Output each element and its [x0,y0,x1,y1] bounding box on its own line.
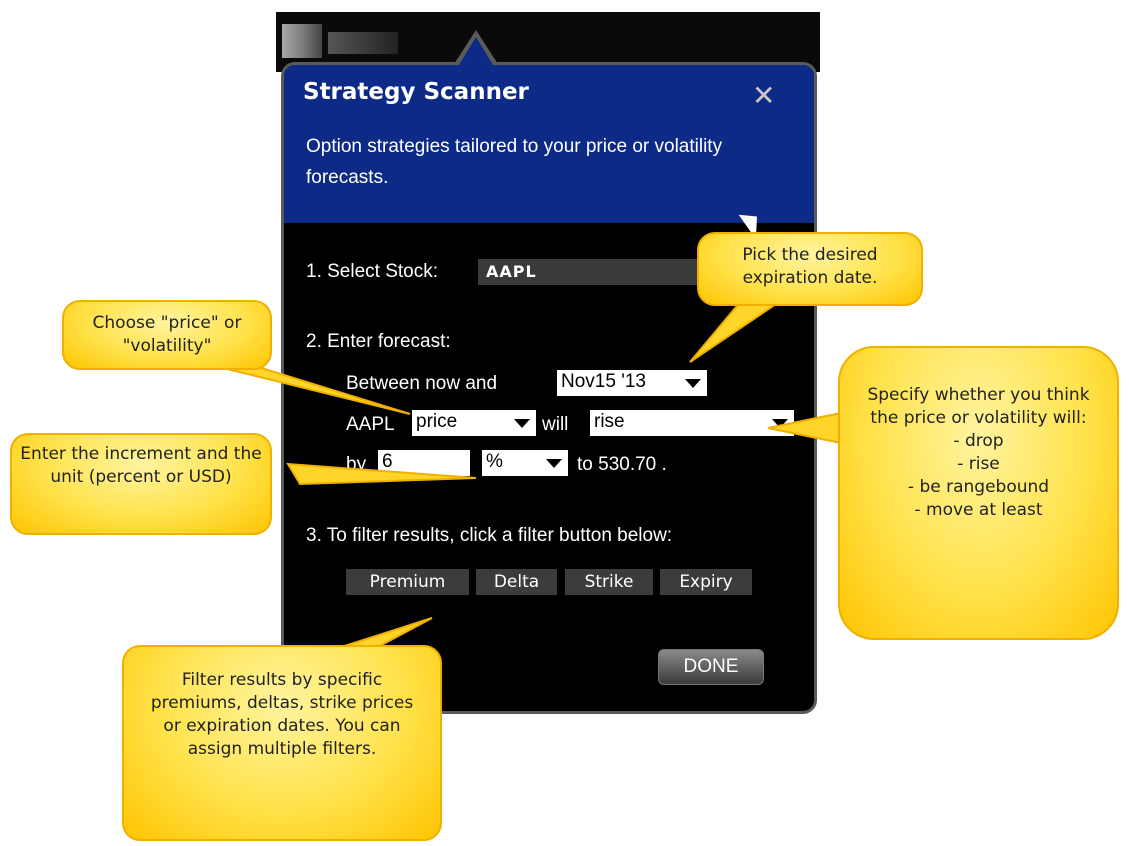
expiration-date-value: Nov15 '13 [561,371,646,392]
blurred-toolbar-content [328,32,398,54]
dialog-title: Strategy Scanner [303,79,529,105]
filter-strike-button[interactable]: Strike [565,569,653,595]
direction-option-rangebound: - be rangebound [907,477,1050,497]
stock-input[interactable]: AAPL [478,259,718,285]
step2-label: 2. Enter forecast: [306,331,451,352]
direction-callout: Specify whether you think the price or v… [838,346,1119,640]
filters-callout-text: Filter results by specific premiums, del… [150,670,414,759]
done-button[interactable]: DONE [658,649,764,685]
metric-callout-text: Choose "price" or "volatility" [92,313,242,356]
direction-select[interactable]: rise [590,410,794,436]
increment-input[interactable]: 6 [378,450,470,476]
between-text: Between now and [346,373,498,394]
filter-delta-button[interactable]: Delta [476,569,557,595]
chevron-down-icon [685,379,701,388]
target-price-text: to 530.70 . [577,454,667,475]
will-text: will [542,414,569,435]
chevron-down-icon [772,419,788,428]
unit-value: % [486,451,503,472]
direction-option-move-at-least: - move at least [914,500,1043,520]
dialog-subtitle: Option strategies tailored to your price… [306,136,723,188]
by-text: by [346,454,367,475]
chevron-down-icon [546,459,562,468]
strategy-scanner-dialog: Strategy Scanner ✕ Option strategies tai… [281,62,817,714]
dialog-pointer-fill [459,37,493,65]
direction-callout-intro: Specify whether you think the price or v… [867,385,1090,428]
step1-label: 1. Select Stock: [306,261,439,282]
direction-value: rise [594,411,625,432]
increment-callout: Enter the increment and the unit (percen… [10,433,272,535]
stock-symbol-text: AAPL [346,414,395,435]
step3-label: 3. To filter results, click a filter but… [306,525,673,546]
unit-select[interactable]: % [482,450,568,476]
expiration-callout: Pick the desired expiration date. [697,232,923,306]
expiration-callout-text: Pick the desired expiration date. [742,245,878,288]
expiration-date-select[interactable]: Nov15 '13 [557,370,707,396]
filters-callout: Filter results by specific premiums, del… [122,645,442,841]
chevron-down-icon [514,419,530,428]
increment-callout-text: Enter the increment and the unit (percen… [20,444,262,487]
close-icon[interactable]: ✕ [752,79,775,112]
direction-option-rise: - rise [957,454,1000,474]
dialog-header: Strategy Scanner ✕ Option strategies tai… [284,65,814,223]
filter-expiry-button[interactable]: Expiry [660,569,752,595]
blurred-toolbar-content [282,24,322,58]
metric-callout: Choose "price" or "volatility" [62,300,272,370]
metric-value: price [416,411,458,432]
direction-option-drop: - drop [953,431,1004,451]
filter-premium-button[interactable]: Premium [346,569,469,595]
metric-select[interactable]: price [412,410,536,436]
